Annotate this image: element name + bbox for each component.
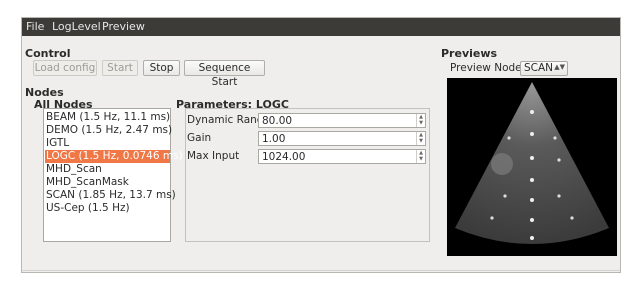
list-item-mhd-scan[interactable]: MHD_Scan: [45, 163, 170, 176]
list-item-logc[interactable]: LOGC (1.5 Hz, 0.0746 ms): [45, 150, 183, 163]
stop-button[interactable]: Stop: [143, 60, 180, 76]
list-item-mhd-scanmask[interactable]: MHD_ScanMask: [45, 176, 170, 189]
sequence-start-button[interactable]: Sequence Start: [184, 60, 265, 88]
preview-image: [447, 78, 617, 256]
spin-arrows-icon[interactable]: ▲ ▼: [416, 150, 425, 163]
gain-value[interactable]: 1.00: [262, 132, 285, 146]
menu-loglevel[interactable]: LogLevel: [52, 20, 101, 33]
dynamic-range-value[interactable]: 80.00: [262, 114, 292, 128]
node-list[interactable]: BEAM (1.5 Hz, 11.1 ms) DEMO (1.5 Hz, 2.4…: [43, 108, 183, 242]
status-bar-divider: [22, 270, 620, 271]
load-config-button[interactable]: Load config: [33, 60, 97, 76]
list-item-scan[interactable]: SCAN (1.85 Hz, 13.7 ms): [45, 189, 176, 202]
max-input-label: Max Input: [187, 150, 240, 162]
parameters-panel: [185, 108, 430, 242]
gain-label: Gain: [187, 132, 212, 144]
preview-node-value[interactable]: SCAN: [524, 62, 553, 75]
menu-file[interactable]: File: [26, 20, 44, 33]
dynamic-range-spinbox[interactable]: 80.00 ▲ ▼: [258, 113, 426, 128]
preview-node-label: Preview Node: [450, 62, 522, 74]
menu-preview[interactable]: Preview: [102, 20, 145, 33]
start-button[interactable]: Start: [102, 60, 138, 76]
spin-arrows-icon[interactable]: ▲ ▼: [416, 132, 425, 145]
updown-arrows-icon: ▲▼: [554, 63, 565, 71]
list-item-igtl[interactable]: IGTL: [45, 137, 170, 150]
previews-title: Previews: [441, 47, 498, 60]
gain-spinbox[interactable]: 1.00 ▲ ▼: [258, 131, 426, 146]
max-input-value[interactable]: 1024.00: [262, 150, 305, 164]
max-input-spinbox[interactable]: 1024.00 ▲ ▼: [258, 149, 426, 164]
preview-node-select[interactable]: SCAN ▲▼: [520, 61, 568, 76]
list-item-us-cep[interactable]: US-Cep (1.5 Hz): [45, 202, 170, 215]
list-item-demo[interactable]: DEMO (1.5 Hz, 2.47 ms): [45, 124, 172, 137]
menu-bar: File LogLevel Preview: [22, 18, 620, 36]
control-title: Control: [25, 47, 71, 60]
main-window: File LogLevel Preview Control Load confi…: [21, 17, 621, 273]
ultrasound-scan-image: [455, 82, 609, 244]
spin-arrows-icon[interactable]: ▲ ▼: [416, 114, 425, 127]
list-item-beam[interactable]: BEAM (1.5 Hz, 11.1 ms): [45, 111, 170, 124]
